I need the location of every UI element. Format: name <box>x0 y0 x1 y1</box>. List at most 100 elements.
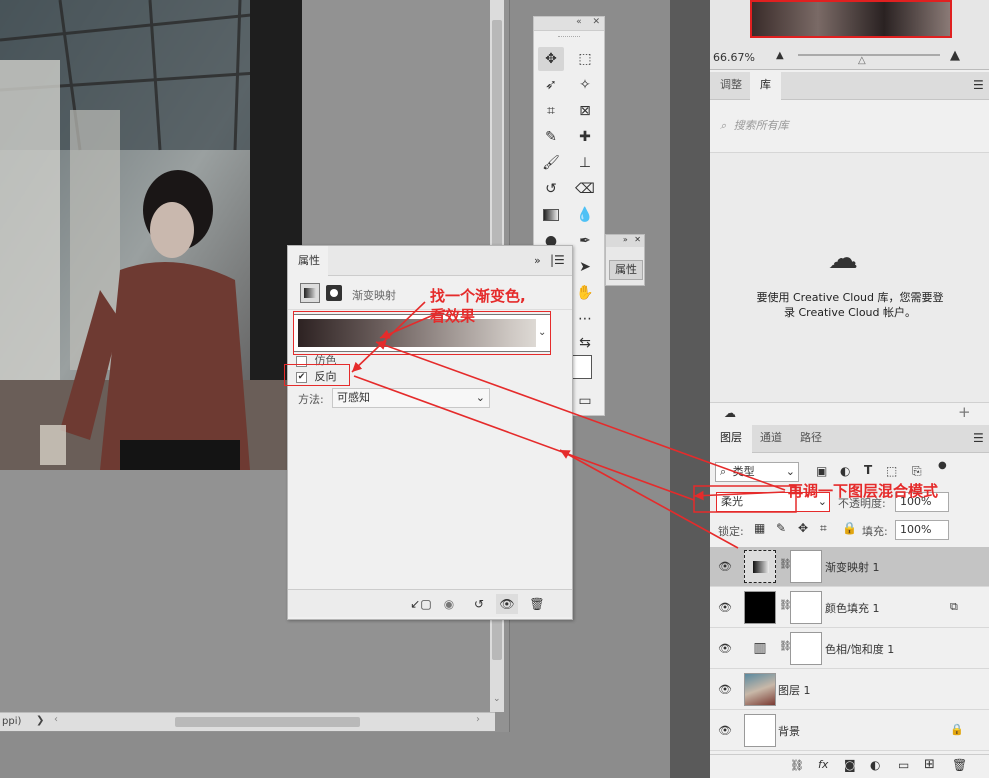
tools-panel-header[interactable]: « ✕ <box>534 17 604 31</box>
lasso-tool-icon[interactable]: ➶ <box>538 73 564 97</box>
link-layers-icon[interactable]: ⛓ <box>790 759 804 772</box>
collapse-icon[interactable]: « <box>576 17 582 27</box>
close-icon[interactable]: ✕ <box>634 235 641 244</box>
scroll-left-icon[interactable]: ‹ <box>54 714 58 725</box>
hand-tool-icon[interactable]: ✋ <box>572 281 598 305</box>
method-select[interactable]: 可感知 ⌄ <box>332 388 490 408</box>
fill-field[interactable]: 100% <box>895 520 949 540</box>
magic-wand-icon[interactable]: ✧ <box>572 73 598 97</box>
zoom-level[interactable]: 66.67% <box>713 51 755 64</box>
lock-artboard-icon[interactable]: ⌗ <box>820 521 827 536</box>
blur-tool-icon[interactable]: 💧 <box>572 203 598 227</box>
mask-icon[interactable] <box>326 285 342 301</box>
path-select-icon[interactable]: ➤ <box>572 255 598 279</box>
healing-brush-icon[interactable]: ✚ <box>572 125 598 149</box>
more-tools-icon[interactable]: ⋯ <box>572 307 598 331</box>
view-previous-icon[interactable]: ◉ <box>438 594 460 614</box>
status-arrow-icon[interactable]: ❯ <box>36 715 44 726</box>
add-icon[interactable]: + <box>958 403 971 421</box>
type-filter-icon[interactable]: T <box>864 463 872 477</box>
layer-name[interactable]: 颜色填充 1 <box>825 600 880 616</box>
navigator-preview[interactable] <box>750 0 952 38</box>
tab-properties[interactable]: 属性 <box>288 246 328 276</box>
properties-mini-button[interactable]: 属性 <box>609 260 643 280</box>
shape-filter-icon[interactable]: ⬚ <box>886 464 897 478</box>
frame-tool-icon[interactable]: ⊠ <box>572 99 598 123</box>
lock-all-icon[interactable]: 🔒 <box>842 521 857 535</box>
pixel-filter-icon[interactable]: ▣ <box>816 464 827 478</box>
move-tool-icon[interactable]: ✥ <box>538 47 564 71</box>
cloud-sync-icon[interactable]: ☁ <box>724 406 736 420</box>
mini-panel-header[interactable]: » ✕ <box>606 235 644 247</box>
layer-name[interactable]: 色相/饱和度 1 <box>825 641 894 657</box>
eyedropper-icon[interactable]: ✎ <box>538 125 564 149</box>
new-adjustment-icon[interactable]: ◐ <box>870 758 880 772</box>
add-mask-icon[interactable]: ◙ <box>844 758 856 772</box>
swap-colors-icon[interactable]: ⇆ <box>572 331 598 355</box>
trash-icon[interactable]: 🗑 <box>526 594 548 614</box>
close-icon[interactable]: ✕ <box>592 17 600 27</box>
visibility-eye-icon[interactable]: 👁 <box>718 601 732 614</box>
document-photo[interactable] <box>0 0 302 470</box>
visibility-eye-icon[interactable]: 👁 <box>718 642 732 655</box>
gradient-tool-icon[interactable] <box>538 203 564 227</box>
panel-menu-icon[interactable]: |☰ <box>550 253 565 267</box>
layer-name[interactable]: 背景 <box>778 723 800 739</box>
reset-icon[interactable]: ↺ <box>468 594 490 614</box>
fx-icon[interactable]: fx <box>818 758 828 771</box>
screen-mode-icon[interactable]: ▭ <box>572 389 598 413</box>
grip-handle[interactable] <box>558 31 580 37</box>
visibility-eye-icon[interactable]: 👁 <box>718 560 732 573</box>
layer-row[interactable]: 👁 图层 1 <box>710 670 989 710</box>
clip-to-layer-icon[interactable]: ↙▢ <box>410 594 432 614</box>
horizontal-scroll-thumb[interactable] <box>175 717 360 727</box>
layer-row[interactable]: 👁 ⛓ 渐变映射 1 <box>710 547 989 587</box>
tab-adjustments[interactable]: 调整 <box>710 72 752 100</box>
crop-tool-icon[interactable]: ⌗ <box>538 99 564 123</box>
history-brush-icon[interactable]: ↺ <box>538 177 564 201</box>
zoom-slider[interactable] <box>798 54 940 56</box>
marquee-tool-icon[interactable]: ⬚ <box>572 47 598 71</box>
visibility-eye-icon[interactable]: 👁 <box>718 724 732 737</box>
expand-icon[interactable]: » <box>623 235 628 244</box>
brush-tool-icon[interactable]: 🖌 <box>538 151 564 175</box>
lock-pixels-icon[interactable]: ✎ <box>776 521 786 535</box>
filter-toggle-icon[interactable]: ● <box>938 460 947 471</box>
zoom-out-icon[interactable]: ▲ <box>776 50 784 61</box>
layer-name[interactable]: 图层 1 <box>778 682 811 698</box>
tab-channels[interactable]: 通道 <box>750 425 792 453</box>
layer-row[interactable]: 👁 背景 🔒 <box>710 711 989 751</box>
scroll-down-icon[interactable]: ⌄ <box>493 694 501 704</box>
visibility-eye-icon[interactable]: 👁 <box>718 683 732 696</box>
new-group-icon[interactable]: ▭ <box>898 758 909 772</box>
layer-mask-thumbnail[interactable] <box>790 632 822 665</box>
expand-icon[interactable]: » <box>534 254 541 267</box>
stamp-tool-icon[interactable]: ⊥ <box>572 151 598 175</box>
scroll-right-icon[interactable]: › <box>476 714 480 725</box>
pen-tool-icon[interactable]: ✒ <box>572 229 598 253</box>
panel-menu-icon[interactable]: ☰ <box>973 431 984 445</box>
tab-paths[interactable]: 路径 <box>790 425 832 453</box>
library-search[interactable]: ⌕ 搜索所有库 <box>720 117 980 139</box>
new-layer-icon[interactable]: ⊞ <box>924 757 935 772</box>
trash-icon[interactable]: 🗑 <box>952 758 967 772</box>
adjustment-filter-icon[interactable]: ◐ <box>840 464 850 478</box>
lock-transparency-icon[interactable]: ▦ <box>754 521 765 535</box>
zoom-in-icon[interactable]: ▲ <box>950 48 960 63</box>
layer-mask-thumbnail[interactable] <box>790 591 822 624</box>
background-color-swatch[interactable] <box>572 355 592 379</box>
lock-position-icon[interactable]: ✥ <box>798 521 808 535</box>
tab-layers[interactable]: 图层 <box>710 425 752 453</box>
tab-libraries[interactable]: 库 <box>750 72 781 100</box>
layer-mask-thumbnail[interactable] <box>790 550 822 583</box>
eraser-icon[interactable]: ⌫ <box>572 177 598 201</box>
layer-name[interactable]: 渐变映射 1 <box>825 559 880 575</box>
zoom-slider-thumb[interactable]: △ <box>858 55 866 66</box>
smart-object-filter-icon[interactable]: ⎘ <box>912 464 922 479</box>
visibility-eye-icon[interactable]: 👁 <box>496 594 518 614</box>
photo-image <box>0 0 302 470</box>
layer-filter-select[interactable]: ⌕ 类型 ⌄ <box>715 462 799 482</box>
layer-row[interactable]: 👁 ▥ ⛓ 色相/饱和度 1 <box>710 629 989 669</box>
layer-row[interactable]: 👁 ⛓ 颜色填充 1 ⧉ <box>710 588 989 628</box>
panel-menu-icon[interactable]: ☰ <box>973 78 984 92</box>
